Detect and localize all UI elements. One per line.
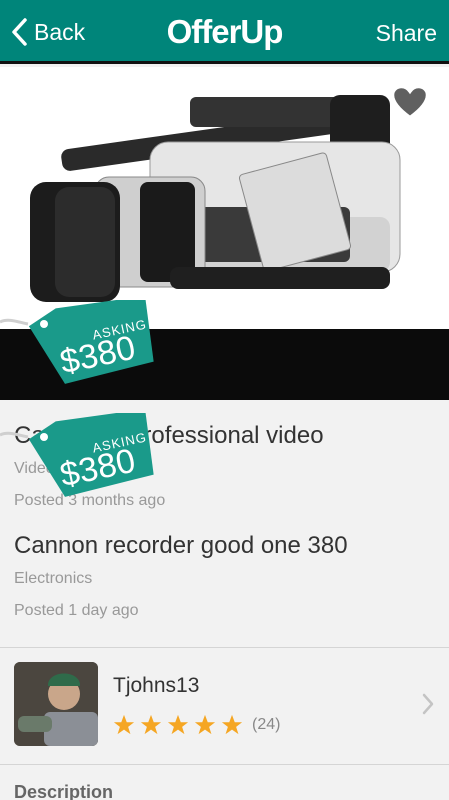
listing-category: Electronics	[14, 570, 93, 587]
back-button[interactable]: Back	[10, 14, 85, 50]
chevron-right-icon	[422, 693, 434, 715]
asking-price-tag: ASKING $380	[0, 300, 160, 400]
user-photo	[14, 662, 98, 746]
rating-count: (24)	[252, 716, 281, 733]
seller-rating: (24)	[113, 714, 280, 736]
listing-title: Cannon recorder good one 380	[14, 532, 348, 559]
star-icon	[167, 714, 189, 735]
avatar	[14, 662, 98, 746]
seller-name: Tjohns13	[113, 674, 200, 697]
top-nav-bar: Back OfferUp Share	[0, 0, 449, 64]
listing-posted: Posted 1 day ago	[14, 602, 139, 619]
star-icon	[194, 714, 216, 735]
seller-row[interactable]: Tjohns13 (24)	[0, 648, 449, 764]
share-button[interactable]: Share	[376, 20, 437, 47]
listing-item[interactable]: Cannon recorder good one 380 Electronics…	[14, 532, 434, 620]
star-icon	[140, 714, 162, 735]
heart-icon[interactable]	[391, 85, 429, 119]
star-icon	[221, 714, 243, 735]
description-heading: Description	[14, 782, 114, 800]
star-icon	[113, 714, 135, 735]
back-label: Back	[34, 18, 86, 45]
section-divider	[0, 764, 449, 765]
chevron-left-icon	[12, 18, 27, 46]
asking-price-tag: ASKING $380	[0, 413, 160, 513]
camcorder-image	[30, 95, 401, 302]
